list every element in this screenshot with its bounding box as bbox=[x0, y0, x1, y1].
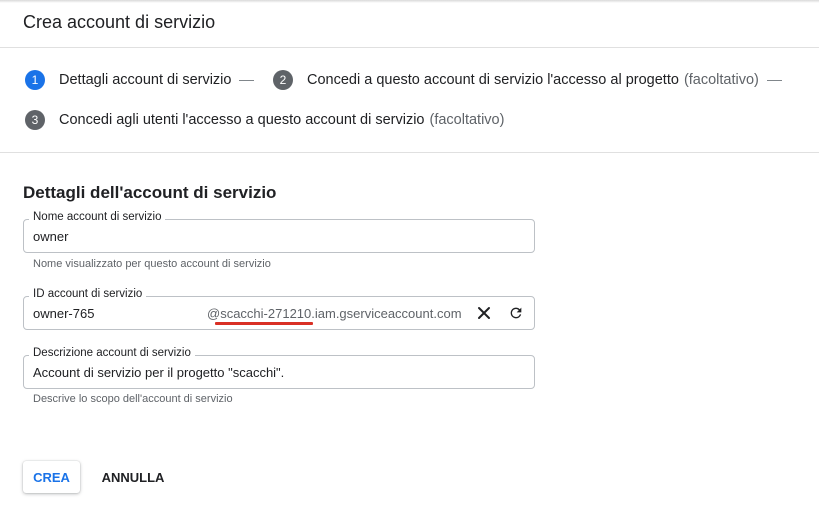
step-3[interactable]: 3 Concedi agli utenti l'accesso a questo… bbox=[25, 110, 504, 130]
refresh-icon[interactable] bbox=[506, 303, 526, 323]
step-1[interactable]: 1 Dettagli account di servizio bbox=[25, 70, 255, 90]
annotation-underline bbox=[215, 322, 313, 325]
stepper-divider bbox=[0, 152, 819, 153]
step-connector bbox=[239, 79, 255, 81]
step-2-label: Concedi a questo account di servizio l'a… bbox=[307, 72, 679, 88]
top-shadow bbox=[0, 0, 819, 3]
step-2-number: 2 bbox=[273, 70, 293, 90]
step-2[interactable]: 2 Concedi a questo account di servizio l… bbox=[273, 70, 782, 90]
step-1-number: 1 bbox=[25, 70, 45, 90]
service-account-name-input[interactable]: owner bbox=[33, 229, 68, 244]
service-account-description-field[interactable]: Descrizione account di servizio Account … bbox=[23, 347, 535, 389]
step-3-label: Concedi agli utenti l'accesso a questo a… bbox=[59, 112, 425, 128]
step-3-optional: (facoltativo) bbox=[429, 112, 505, 128]
service-account-name-helper: Nome visualizzato per questo account di … bbox=[33, 258, 271, 270]
step-3-number: 3 bbox=[25, 110, 45, 130]
service-account-email-suffix: @scacchi-271210.iam.gserviceaccount.com bbox=[207, 306, 462, 321]
step-2-optional: (facoltativo) bbox=[683, 72, 759, 88]
close-icon[interactable] bbox=[474, 303, 494, 323]
step-connector bbox=[766, 79, 782, 81]
service-account-id-label: ID account di servizio bbox=[29, 288, 147, 300]
service-account-description-input[interactable]: Account di servizio per il progetto "sca… bbox=[33, 365, 284, 380]
service-account-name-field[interactable]: Nome account di servizio owner bbox=[23, 211, 535, 253]
service-account-description-helper: Descrive lo scopo dell'account di serviz… bbox=[33, 393, 233, 405]
step-1-label: Dettagli account di servizio bbox=[59, 72, 232, 88]
service-account-id-field[interactable]: ID account di servizio owner-765 @scacch… bbox=[23, 288, 535, 330]
cancel-button[interactable]: ANNULLA bbox=[96, 461, 170, 493]
service-account-description-label: Descrizione account di servizio bbox=[29, 347, 195, 359]
page-title: Crea account di servizio bbox=[23, 12, 216, 32]
section-title: Dettagli dell'account di servizio bbox=[23, 183, 277, 202]
service-account-name-label: Nome account di servizio bbox=[29, 211, 166, 223]
header-divider bbox=[0, 47, 819, 48]
create-button[interactable]: CREA bbox=[23, 461, 80, 493]
service-account-id-input[interactable]: owner-765 bbox=[33, 306, 94, 321]
